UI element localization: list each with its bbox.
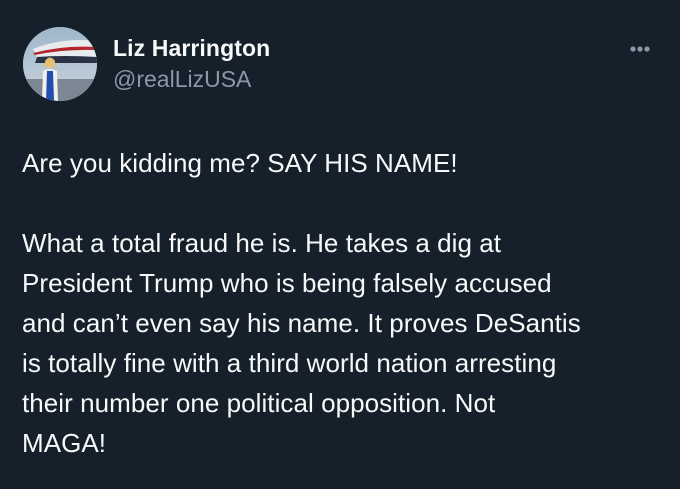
- profile-photo: [23, 27, 97, 101]
- tweet-paragraph: Are you kidding me? SAY HIS NAME!: [22, 148, 458, 178]
- tweet-paragraph: What a total fraud he is. He takes a dig…: [22, 228, 581, 458]
- more-options-button[interactable]: [622, 36, 658, 62]
- author-handle[interactable]: @realLizUSA: [113, 66, 251, 93]
- author-display-name[interactable]: Liz Harrington: [113, 35, 270, 62]
- tweet-text: Are you kidding me? SAY HIS NAME! What a…: [22, 143, 662, 463]
- more-horizontal-icon: [630, 46, 650, 52]
- avatar[interactable]: [23, 27, 97, 101]
- tweet: Liz Harrington @realLizUSA Are you kiddi…: [0, 0, 680, 489]
